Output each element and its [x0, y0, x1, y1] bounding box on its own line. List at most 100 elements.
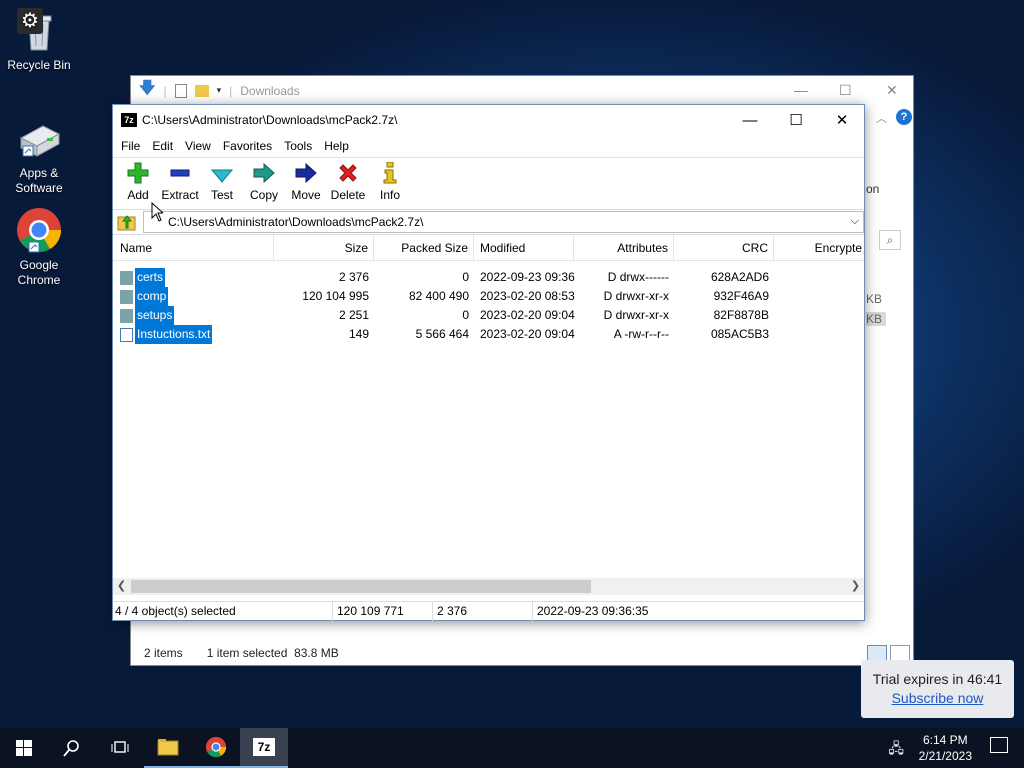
windows-start-icon: [16, 740, 32, 756]
trial-text: Trial expires in 46:41: [872, 671, 1003, 687]
file-explorer-taskbar-button[interactable]: [144, 728, 192, 768]
collapse-ribbon-icon[interactable]: ︿: [876, 110, 887, 126]
menu-bar: File Edit View Favorites Tools Help: [113, 135, 864, 157]
menu-view[interactable]: View: [179, 139, 217, 153]
table-row[interactable]: comp 120 104 995 82 400 490 2023-02-20 0…: [113, 287, 863, 306]
desktop-icon-apps-software[interactable]: Apps & Software: [1, 120, 77, 196]
network-icon[interactable]: 🖧: [888, 738, 904, 762]
status-selected: 4 / 4 object(s) selected: [113, 602, 333, 621]
info-button[interactable]: Info: [369, 161, 411, 202]
copy-icon: [252, 161, 276, 185]
delete-icon: [336, 161, 360, 185]
details-view-button[interactable]: [867, 645, 887, 661]
table-row[interactable]: Instuctions.txt 149 5 566 464 2023-02-20…: [113, 325, 863, 344]
folder-icon[interactable]: [194, 84, 209, 97]
minimize-button[interactable]: —: [794, 82, 808, 98]
window-title: C:\Users\Administrator\Downloads\mcPack2…: [142, 113, 398, 127]
chrome-icon: [15, 206, 63, 254]
desktop-icon-label: Recycle Bin: [7, 58, 71, 72]
extract-icon: [168, 161, 192, 185]
maximize-button[interactable]: ☐: [839, 82, 852, 99]
list-partial-text: KB: [866, 292, 883, 306]
col-header-encrypted[interactable]: Encrypte: [774, 235, 864, 261]
add-icon: [126, 161, 150, 185]
col-header-packed-size[interactable]: Packed Size: [374, 234, 474, 261]
items-count: 2 items: [144, 646, 183, 660]
column-headers: Name Size Packed Size Modified Attribute…: [113, 234, 864, 261]
7zip-taskbar-button[interactable]: 7z: [240, 728, 288, 768]
chrome-icon: [205, 736, 227, 758]
col-header-size[interactable]: Size: [274, 234, 374, 261]
horizontal-scrollbar[interactable]: ❮ ❯: [113, 578, 864, 595]
desktop-icon-label: Google Chrome: [17, 258, 61, 287]
task-view-icon: [111, 741, 129, 753]
recycle-bin-icon: ⚙: [15, 6, 63, 54]
minimize-button[interactable]: —: [727, 105, 773, 135]
file-explorer-icon: [157, 739, 179, 756]
file-list: Name Size Packed Size Modified Attribute…: [113, 234, 864, 595]
extract-button[interactable]: Extract: [159, 161, 201, 202]
table-row[interactable]: certs 2 376 0 2022-09-23 09:36 D drwx---…: [113, 268, 863, 287]
search-button[interactable]: [48, 728, 96, 768]
7zip-statusbar: 4 / 4 object(s) selected 120 109 771 2 3…: [113, 601, 864, 621]
search-icon[interactable]: ⌕: [879, 230, 901, 250]
desktop-icon-recycle-bin[interactable]: ⚙ Recycle Bin: [1, 6, 77, 73]
help-icon[interactable]: ?: [896, 109, 912, 125]
menu-file[interactable]: File: [115, 139, 146, 153]
clock-date: 2/21/2023: [918, 749, 972, 763]
toolbar: Add Extract Test Copy Move Delete Info: [113, 157, 864, 209]
start-button[interactable]: [0, 728, 48, 768]
dropdown-icon[interactable]: ▾: [217, 85, 222, 96]
col-header-name[interactable]: Name: [113, 234, 274, 261]
desktop-icon-chrome[interactable]: Google Chrome: [1, 206, 77, 288]
folder-up-button[interactable]: [117, 212, 137, 232]
down-arrow-icon[interactable]: 🡇: [139, 77, 155, 104]
desktop-icon-label: Apps & Software: [15, 166, 63, 195]
large-icons-view-button[interactable]: [890, 645, 910, 661]
maximize-button[interactable]: ☐: [773, 105, 819, 135]
folder-up-icon: [117, 215, 136, 231]
test-button[interactable]: Test: [201, 161, 243, 202]
scroll-left-arrow-icon[interactable]: ❮: [113, 578, 130, 595]
add-button[interactable]: Add: [117, 161, 159, 202]
explorer-title: Downloads: [240, 83, 300, 98]
move-button[interactable]: Move: [285, 161, 327, 202]
col-header-modified[interactable]: Modified: [474, 234, 574, 261]
taskbar: 7z 🖧 6:14 PM 2/21/2023: [0, 728, 1024, 768]
close-button[interactable]: ✕: [819, 105, 865, 135]
table-row[interactable]: setups 2 251 0 2023-02-20 09:04 D drwxr-…: [113, 306, 863, 325]
menu-help[interactable]: Help: [318, 139, 355, 153]
scroll-right-arrow-icon[interactable]: ❯: [847, 578, 864, 595]
chevron-down-icon[interactable]: ⌵: [851, 215, 859, 228]
selection-info: 1 item selected 83.8 MB: [206, 646, 339, 660]
ribbon-partial-text: on: [866, 182, 880, 196]
col-header-crc[interactable]: CRC: [674, 234, 774, 261]
address-bar: C:\Users\Administrator\Downloads\mcPack2…: [113, 209, 864, 235]
chrome-taskbar-button[interactable]: [192, 728, 240, 768]
move-icon: [294, 161, 318, 185]
apps-software-icon: [15, 120, 63, 168]
status-packed: 2 376: [433, 602, 533, 621]
status-size: 120 109 771: [333, 602, 433, 621]
task-view-button[interactable]: [96, 728, 144, 768]
scroll-thumb[interactable]: [131, 580, 591, 593]
gear-icon: ⚙: [17, 8, 43, 34]
delete-button[interactable]: Delete: [327, 161, 369, 202]
menu-edit[interactable]: Edit: [146, 139, 179, 153]
menu-favorites[interactable]: Favorites: [217, 139, 278, 153]
menu-tools[interactable]: Tools: [278, 139, 318, 153]
copy-button[interactable]: Copy: [243, 161, 285, 202]
7zip-window[interactable]: 7z C:\Users\Administrator\Downloads\mcPa…: [112, 104, 865, 621]
subscribe-link[interactable]: Subscribe now: [861, 689, 1014, 708]
notification-center-icon[interactable]: [990, 737, 1008, 753]
system-clock[interactable]: 6:14 PM 2/21/2023: [919, 732, 972, 764]
col-header-attributes[interactable]: Attributes: [574, 234, 674, 261]
address-path-input[interactable]: C:\Users\Administrator\Downloads\mcPack2…: [143, 211, 864, 233]
test-icon: [210, 161, 234, 185]
search-icon: [63, 740, 79, 757]
trial-notification: Trial expires in 46:41 Subscribe now: [861, 660, 1014, 718]
properties-icon[interactable]: [174, 83, 187, 98]
close-button[interactable]: ✕: [886, 82, 898, 99]
status-date: 2022-09-23 09:36:35: [537, 604, 649, 618]
list-partial-text: KB: [866, 312, 887, 326]
